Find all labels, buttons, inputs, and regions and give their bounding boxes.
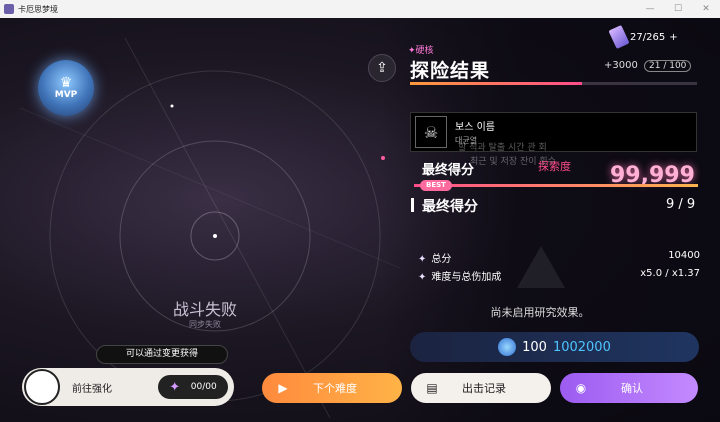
crown-icon: ♛ xyxy=(59,75,73,91)
multiplier-value: x5.0 / x1.37 xyxy=(640,268,700,279)
boss-emblem-icon: ☠ xyxy=(415,116,447,148)
enhance-label: 前往强化 xyxy=(72,383,112,395)
enhance-hint: 可以通过变更获得 xyxy=(96,345,228,364)
star-icon: ✦ xyxy=(169,379,181,395)
mvp-badge: ♛ MVP xyxy=(38,60,94,116)
page-title: 探险结果 xyxy=(410,60,491,82)
progress-bar xyxy=(410,82,697,85)
explore-label: 探索度 xyxy=(538,160,571,173)
score-bonus-value: +3000 xyxy=(604,60,638,71)
next-difficulty-label: 下个难度 xyxy=(313,382,357,395)
sparkle-icon: ✦ xyxy=(418,272,427,283)
research-note: 尚未启用研究效果。 xyxy=(490,306,590,319)
final-score-label: 最终得分 xyxy=(422,163,475,178)
app-icon xyxy=(4,4,14,14)
reward-base: 100 xyxy=(522,339,547,355)
boss-tooltip: ☠ 보스 이름 대균열 xyxy=(410,112,697,152)
reward-bar: 100 1002000 xyxy=(410,332,699,362)
next-difficulty-button[interactable]: ▶ 下个难度 xyxy=(262,373,402,403)
game-scene: ♛ MVP 战斗失败 同步失败 ⇪ 27/265 + ✦硬核 探险结果 +300… xyxy=(0,18,720,422)
battle-substatus: 同步失败 xyxy=(189,320,221,329)
sparkle-icon: ✦ xyxy=(418,254,427,265)
document-icon: ▤ xyxy=(426,381,438,395)
sortie-record-label: 出击记录 xyxy=(462,382,506,395)
final-score-label: 最终得分 xyxy=(422,199,478,215)
confirm-label: 确认 xyxy=(621,382,643,395)
difficulty-tag: ✦硬核 xyxy=(408,46,434,56)
confirm-icon: ◉ xyxy=(575,381,587,395)
maximize-icon[interactable]: ☐ xyxy=(664,0,692,18)
ghost-text: 할 적과 탈출 시간 관 회 xyxy=(458,143,547,153)
minimize-icon[interactable]: — xyxy=(636,0,664,18)
final-score-ratio: 9 / 9 xyxy=(666,197,696,212)
confirm-button[interactable]: ◉ 确认 xyxy=(560,373,698,403)
best-badge: BEST xyxy=(420,180,452,191)
enhance-circle-icon xyxy=(24,369,60,405)
reward-bonus: 1002000 xyxy=(552,339,611,355)
enhance-button[interactable]: 前往强化 ✦ 00/00 xyxy=(22,368,234,406)
window-titlebar: 卡厄思梦境 — ☐ ✕ xyxy=(0,0,720,18)
triangle-emblem xyxy=(517,246,565,288)
difficulty-label: 硬核 xyxy=(415,46,434,56)
share-button[interactable]: ⇪ xyxy=(368,54,396,82)
total-value: 10400 xyxy=(668,250,700,261)
score-bonus: +3000 21 / 100 xyxy=(604,60,692,72)
ticket-counter[interactable]: 27/265 + xyxy=(608,24,678,50)
enhance-counter: ✦ 00/00 xyxy=(158,375,228,399)
ticket-icon xyxy=(608,24,630,50)
close-icon[interactable]: ✕ xyxy=(692,0,720,18)
ticket-count: 27/265 xyxy=(630,31,666,43)
gem-icon xyxy=(498,338,517,356)
score-level: 21 / 100 xyxy=(644,60,692,72)
mvp-label: MVP xyxy=(54,90,78,100)
final-score-marker xyxy=(411,198,414,212)
share-icon: ⇪ xyxy=(376,60,388,76)
multiplier-label: 难度与总伤加成 xyxy=(431,272,502,283)
play-icon: ▶ xyxy=(278,381,288,395)
sortie-record-button[interactable]: ▤ 出击记录 xyxy=(411,373,551,403)
battle-status: 战斗失败 xyxy=(172,300,237,319)
window-title: 卡厄思梦境 xyxy=(18,4,58,14)
total-label: 总分 xyxy=(431,254,452,265)
boss-name: 보스 이름 xyxy=(455,122,495,133)
add-icon[interactable]: + xyxy=(669,32,677,43)
enhance-count: 00/00 xyxy=(190,382,217,392)
best-bar xyxy=(414,184,698,187)
